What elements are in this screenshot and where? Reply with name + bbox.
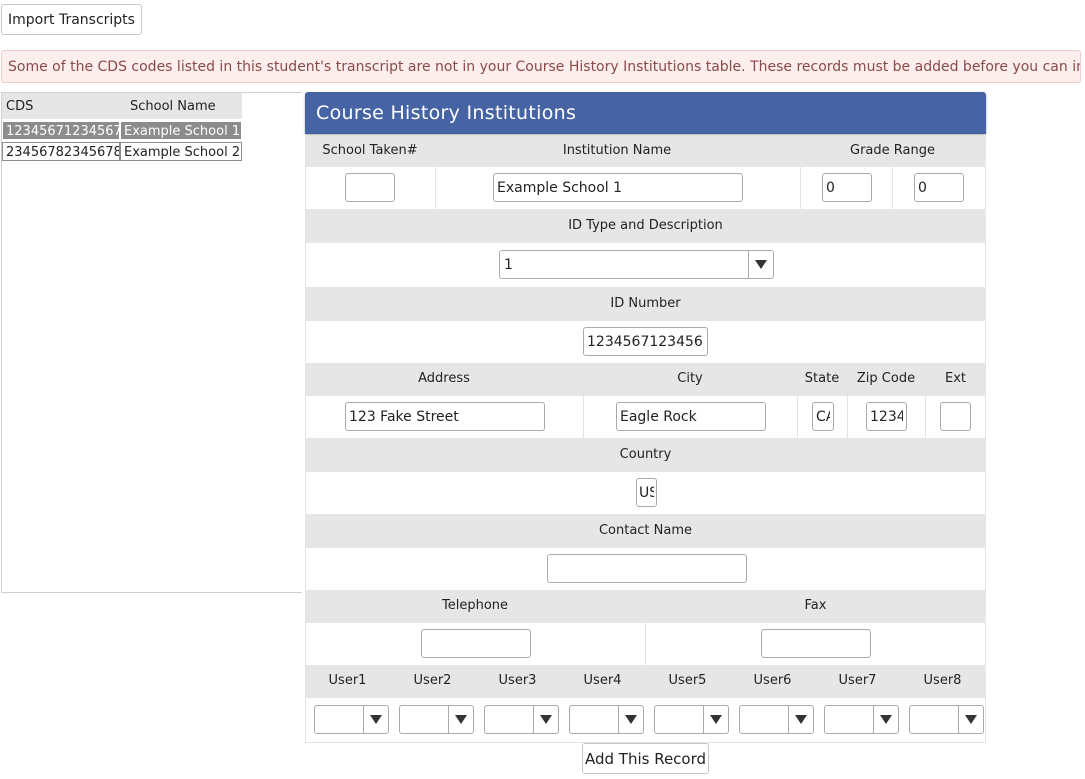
user7-label: User7 bbox=[838, 673, 877, 688]
chevron-down-icon[interactable] bbox=[748, 251, 773, 278]
user6-label: User6 bbox=[753, 673, 792, 688]
id-number-label: ID Number bbox=[610, 296, 681, 311]
user4-select[interactable] bbox=[569, 705, 644, 734]
country-input[interactable] bbox=[636, 478, 657, 507]
label-row-users: User1 User2 User3 User4 User5 User6 User7 User8 bbox=[305, 665, 986, 698]
label-row-id-number: ID Number bbox=[305, 287, 986, 321]
chevron-down-icon[interactable] bbox=[448, 706, 473, 733]
cds-cell: 23456782345678 bbox=[2, 142, 120, 161]
cds-list-header: CDS School Name bbox=[2, 93, 242, 119]
user2-label: User2 bbox=[413, 673, 452, 688]
telephone-label: Telephone bbox=[441, 598, 509, 613]
chevron-down-icon[interactable] bbox=[363, 706, 388, 733]
zip-code-input[interactable] bbox=[866, 402, 907, 431]
grade-range-label: Grade Range bbox=[850, 143, 935, 158]
grade-low-input[interactable] bbox=[822, 173, 872, 202]
input-row-id-number bbox=[305, 321, 986, 363]
add-record-button[interactable]: Add This Record bbox=[582, 743, 709, 774]
user3-select[interactable] bbox=[484, 705, 559, 734]
id-number-input[interactable] bbox=[583, 327, 708, 356]
label-row-school: School Taken# Institution Name Grade Ran… bbox=[305, 136, 986, 167]
id-type-value: 1 bbox=[504, 257, 513, 273]
user1-select[interactable] bbox=[314, 705, 389, 734]
chevron-down-icon[interactable] bbox=[788, 706, 813, 733]
chevron-down-icon[interactable] bbox=[873, 706, 898, 733]
cds-list-row[interactable]: 23456782345678 Example School 2 bbox=[2, 141, 242, 162]
label-row-address: Address City State Zip Code Ext bbox=[305, 363, 986, 396]
ext-input[interactable] bbox=[940, 402, 971, 431]
id-type-label: ID Type and Description bbox=[568, 218, 723, 233]
input-row-id-type: 1 bbox=[305, 243, 986, 287]
chevron-down-icon[interactable] bbox=[703, 706, 728, 733]
user8-select[interactable] bbox=[909, 705, 984, 734]
input-row-phone bbox=[305, 623, 986, 665]
telephone-input[interactable] bbox=[421, 629, 531, 658]
cds-list-row[interactable]: 12345671234567 Example School 1 bbox=[2, 120, 242, 141]
school-taken-input[interactable] bbox=[345, 173, 395, 202]
label-row-country: Country bbox=[305, 438, 986, 472]
label-row-id-type: ID Type and Description bbox=[305, 209, 986, 243]
chevron-down-icon[interactable] bbox=[618, 706, 643, 733]
user2-select[interactable] bbox=[399, 705, 474, 734]
fax-label: Fax bbox=[804, 598, 827, 613]
grade-high-input[interactable] bbox=[914, 173, 964, 202]
user3-label: User3 bbox=[498, 673, 537, 688]
user4-label: User4 bbox=[583, 673, 622, 688]
school-name-column-header: School Name bbox=[130, 99, 216, 114]
school-taken-label: School Taken# bbox=[322, 143, 418, 158]
cds-list-panel: CDS School Name 12345671234567 Example S… bbox=[1, 92, 302, 593]
input-row-address bbox=[305, 396, 986, 438]
chevron-down-icon[interactable] bbox=[958, 706, 983, 733]
user6-select[interactable] bbox=[739, 705, 814, 734]
cds-column-header: CDS bbox=[6, 99, 34, 114]
ext-label: Ext bbox=[944, 371, 966, 386]
input-row-contact bbox=[305, 548, 986, 590]
contact-name-label: Contact Name bbox=[598, 523, 693, 538]
country-label: Country bbox=[619, 447, 672, 462]
cds-cell: 12345671234567 bbox=[2, 121, 120, 140]
city-input[interactable] bbox=[616, 402, 766, 431]
import-transcripts-button[interactable]: Import Transcripts bbox=[1, 4, 142, 35]
input-row-school bbox=[305, 167, 986, 209]
user5-label: User5 bbox=[668, 673, 707, 688]
label-row-phone: Telephone Fax bbox=[305, 590, 986, 623]
label-row-contact: Contact Name bbox=[305, 514, 986, 548]
user7-select[interactable] bbox=[824, 705, 899, 734]
school-name-cell: Example School 2 bbox=[120, 142, 242, 161]
contact-name-input[interactable] bbox=[547, 554, 747, 583]
id-type-select[interactable]: 1 bbox=[499, 250, 774, 279]
user5-select[interactable] bbox=[654, 705, 729, 734]
zip-code-label: Zip Code bbox=[856, 371, 916, 386]
form-title: Course History Institutions bbox=[305, 92, 986, 134]
institution-name-label: Institution Name bbox=[562, 143, 672, 158]
institution-name-input[interactable] bbox=[493, 173, 743, 202]
input-row-country bbox=[305, 472, 986, 514]
warning-banner: Some of the CDS codes listed in this stu… bbox=[1, 50, 1081, 83]
input-row-users bbox=[305, 698, 986, 743]
chevron-down-icon[interactable] bbox=[533, 706, 558, 733]
address-label: Address bbox=[418, 371, 470, 386]
user8-label: User8 bbox=[923, 673, 962, 688]
school-name-cell: Example School 1 bbox=[120, 121, 242, 140]
fax-input[interactable] bbox=[761, 629, 871, 658]
city-label: City bbox=[677, 371, 703, 386]
state-label: State bbox=[804, 371, 840, 386]
user1-label: User1 bbox=[328, 673, 367, 688]
state-input[interactable] bbox=[812, 402, 834, 431]
address-input[interactable] bbox=[345, 402, 545, 431]
